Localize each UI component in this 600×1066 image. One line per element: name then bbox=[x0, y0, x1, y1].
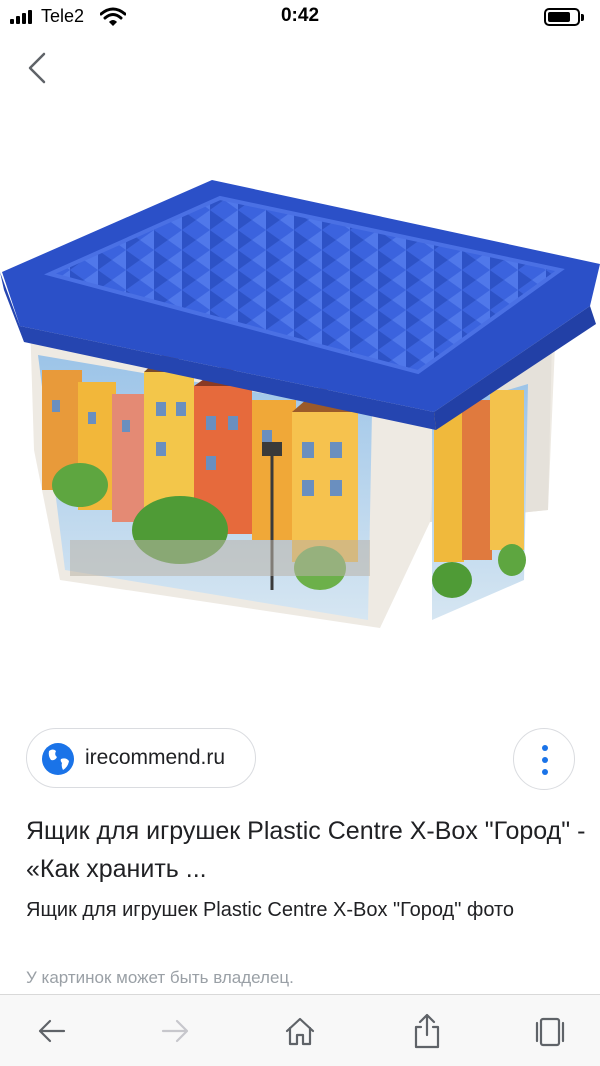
tabs-icon[interactable] bbox=[530, 1011, 570, 1051]
arrow-right-icon[interactable] bbox=[155, 1011, 195, 1051]
source-link[interactable]: irecommend.ru bbox=[26, 728, 256, 788]
result-title[interactable]: Ящик для игрушек Plastic Centre X-Box "Г… bbox=[26, 812, 586, 888]
share-icon[interactable] bbox=[407, 1011, 447, 1051]
result-subtitle: Ящик для игрушек Plastic Centre X-Box "Г… bbox=[26, 899, 515, 921]
more-options-button[interactable] bbox=[513, 728, 575, 790]
status-clock: 0:42 bbox=[280, 5, 320, 26]
globe-icon bbox=[42, 743, 74, 775]
browser-toolbar bbox=[0, 994, 600, 1066]
battery-icon bbox=[544, 8, 584, 26]
home-icon[interactable] bbox=[280, 1011, 320, 1051]
chevron-left-icon[interactable] bbox=[24, 50, 52, 86]
product-image bbox=[0, 180, 600, 628]
arrow-left-icon[interactable] bbox=[32, 1011, 72, 1051]
copyright-note: У картинок может быть владелец. bbox=[26, 968, 294, 987]
source-domain: irecommend.ru bbox=[85, 746, 226, 769]
status-bar: Tele2 0:42 bbox=[0, 0, 600, 34]
